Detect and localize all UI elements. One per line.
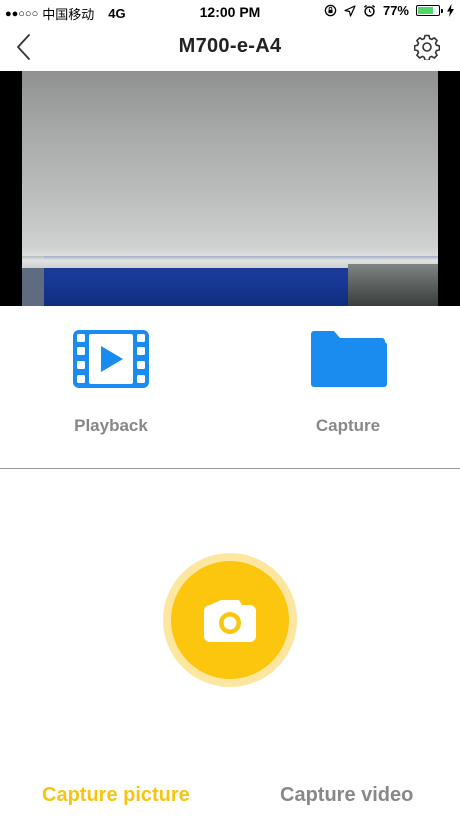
battery-percent: 77% [382,3,409,18]
page-title: M700-e-A4 [178,35,282,57]
section-divider [0,468,460,469]
folder-icon [311,331,387,387]
status-bar: ●●○○○ 中国移动 4G 12:00 PM 77% [0,0,460,24]
charging-bolt-icon [447,4,454,17]
alarm-icon [363,4,376,17]
status-right: 77% [324,3,454,18]
navigation-bar: M700-e-A4 [0,24,460,70]
shutter-inner [171,561,289,679]
battery-fill [418,7,434,14]
capture-video-tab[interactable]: Capture video [280,784,413,807]
live-camera-preview [0,71,460,306]
playback-label: Playback [74,416,148,435]
shutter-button[interactable] [163,553,297,687]
gear-icon[interactable] [414,34,440,60]
battery-icon [416,5,443,16]
camera-icon [204,600,256,642]
preview-image [22,71,438,306]
location-arrow-icon [344,4,356,17]
capture-picture-tab[interactable]: Capture picture [42,784,190,807]
film-play-icon [73,330,149,388]
capture-folder-button[interactable]: Capture [273,330,423,436]
screen-lock-icon [324,4,337,17]
capture-label: Capture [315,416,381,435]
playback-button[interactable]: Playback [36,330,186,436]
preview-right-objects [348,264,438,306]
